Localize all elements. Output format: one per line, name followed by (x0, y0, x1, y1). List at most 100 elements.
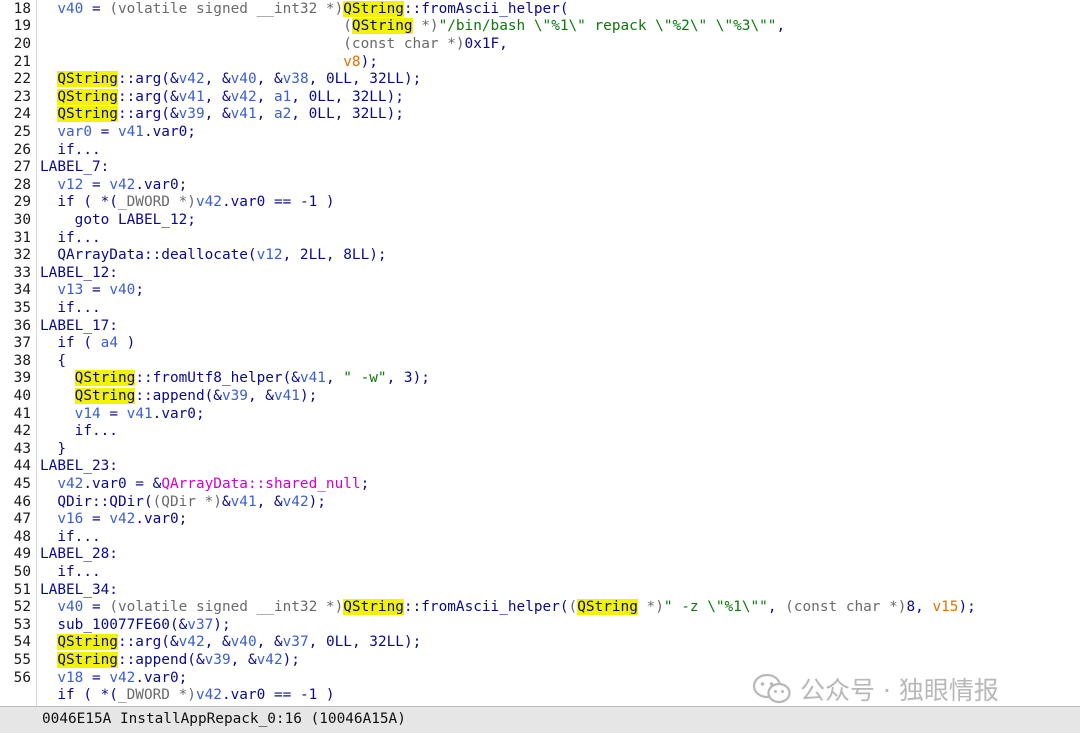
code-line[interactable]: 29 if ( *(_DWORD *)v42.var0 == -1 ) (0, 194, 1080, 212)
code-line[interactable]: 27 LABEL_7: (0, 159, 1080, 177)
code-token: v13 (57, 282, 84, 299)
code-token: ) (117, 335, 136, 352)
pseudocode-view[interactable]: 18 v40 = (volatile signed __int32 *)QStr… (0, 0, 1080, 706)
code-line[interactable]: 34 v13 = v40; (0, 282, 1080, 300)
code-token: var0 (57, 124, 92, 140)
code-line[interactable]: 32 QArrayData::deallocate(v12, 2LL, 8LL)… (0, 247, 1080, 265)
code-line[interactable]: 36 LABEL_17: (0, 318, 1080, 336)
code-line[interactable]: 23 QString::arg(&v41, &v42, a1, 0LL, 32L… (0, 88, 1080, 107)
code-token: ::append(& (117, 652, 205, 668)
line-number: 34 (13, 282, 31, 299)
code-line[interactable]: 31 if... (0, 230, 1080, 248)
code-token: if ( *( (40, 194, 118, 211)
code-text: if... (40, 142, 100, 160)
code-line[interactable]: 37 if ( a4 ) (0, 335, 1080, 353)
code-token: .var0 == -1 ) (221, 194, 335, 211)
code-text: QDir::QDir((QDir *)&v41, &v42); (40, 494, 326, 512)
code-line[interactable]: 49 LABEL_28: (0, 546, 1080, 564)
code-line[interactable]: 43 } (0, 441, 1080, 459)
code-token: v40 (230, 71, 257, 88)
code-line[interactable]: 53 sub_10077FE60(&v37); (0, 617, 1080, 635)
code-text: if ( a4 ) (40, 335, 135, 353)
code-line[interactable]: 46 QDir::QDir((QDir *)&v41, &v42); (0, 494, 1080, 512)
code-line[interactable]: 21 v8); (0, 54, 1080, 72)
code-line[interactable]: 44 LABEL_23: (0, 458, 1080, 476)
code-token: { (40, 352, 66, 369)
code-text: (const char *)0x1F, (40, 36, 508, 54)
code-line[interactable]: 28 v12 = v42.var0; (0, 177, 1080, 195)
line-number: 53 (13, 616, 31, 633)
code-text: QString::arg(&v42, &v40, &v37, 0LL, 32LL… (40, 634, 421, 652)
code-line[interactable]: 20 (const char *)0x1F, (0, 36, 1080, 54)
code-text: if... (40, 300, 100, 318)
code-line[interactable]: 51 LABEL_34: (0, 582, 1080, 600)
code-token: & (221, 493, 231, 510)
code-line[interactable]: 50 if... (0, 564, 1080, 582)
code-token: , (256, 106, 274, 123)
code-line[interactable]: 41 v14 = v41.var0; (0, 406, 1080, 424)
code-text: var0 = v41.var0; (40, 124, 196, 142)
code-token: ); (213, 616, 231, 633)
code-token: "/bin/bash \"%1\" repack \"%2\" \"%3\"" (438, 18, 777, 35)
code-text: v8); (40, 54, 378, 72)
line-number: 55 (13, 652, 31, 668)
code-line[interactable]: 33 LABEL_12: (0, 265, 1080, 283)
code-line[interactable]: 48 if... (0, 529, 1080, 547)
code-line[interactable]: 52 v40 = (volatile signed __int32 *)QStr… (0, 599, 1080, 617)
code-line[interactable]: 26 if... (0, 142, 1080, 160)
highlighted-token: QString (343, 599, 404, 616)
code-line[interactable]: 45 v42.var0 = &QArrayData::shared_null; (0, 476, 1080, 494)
code-token: (QDir *) (152, 493, 222, 510)
highlighted-token: QString (74, 388, 136, 404)
code-line[interactable]: 54 QString::arg(&v42, &v40, &v37, 0LL, 3… (0, 634, 1080, 652)
code-token: v42 (109, 669, 136, 686)
code-token: } (40, 440, 66, 457)
code-text: v14 = v41.var0; (40, 406, 205, 424)
code-line[interactable]: 18 v40 = (volatile signed __int32 *)QStr… (0, 0, 1080, 19)
code-line[interactable]: 47 v16 = v42.var0; (0, 511, 1080, 529)
code-token: LABEL_28: (40, 546, 118, 563)
code-token: , & (204, 634, 231, 651)
code-token: a1 (273, 88, 292, 105)
highlighted-token: QString (57, 106, 118, 123)
code-line[interactable]: 40 QString::append(&v39, &v41); (0, 388, 1080, 406)
code-text: QString::arg(&v41, &v42, a1, 0LL, 32LL); (40, 88, 404, 107)
code-line[interactable]: 42 if... (0, 423, 1080, 441)
code-line[interactable]: 39 QString::fromUtf8_helper(&v41, " -w",… (0, 370, 1080, 388)
code-token: ::fromUtf8_helper(& (135, 370, 300, 387)
code-token: sub_10077FE60(& (40, 616, 188, 633)
code-token: ( (568, 599, 578, 616)
code-token: v42 (178, 634, 205, 651)
code-token: QArrayData::shared_null (161, 476, 361, 492)
code-token: .var0; (135, 176, 188, 193)
code-token: " -z \"%1\"" (663, 599, 768, 616)
line-number: 49 (13, 546, 31, 563)
code-token: ; (360, 476, 370, 492)
code-token: goto LABEL_12; (40, 212, 196, 228)
line-number: 19 (13, 18, 31, 35)
code-token: (volatile signed __int32 *) (109, 599, 344, 616)
code-text: if... (40, 529, 100, 547)
code-token: .var0; (135, 511, 188, 528)
code-line[interactable]: 24 QString::arg(&v39, &v41, a2, 0LL, 32L… (0, 106, 1080, 124)
line-number: 48 (13, 528, 31, 545)
code-token: _DWORD *) (117, 194, 196, 211)
code-line[interactable]: 35 if... (0, 300, 1080, 318)
code-token: if ( (40, 335, 101, 352)
code-token: v40 (109, 282, 136, 299)
code-line[interactable]: 22 QString::arg(&v42, &v40, &v38, 0LL, 3… (0, 71, 1080, 89)
code-token: , & (204, 71, 231, 88)
code-token: v40 (57, 0, 84, 17)
code-line[interactable]: 25 var0 = v41.var0; (0, 124, 1080, 142)
code-line[interactable]: 30 goto LABEL_12; (0, 212, 1080, 230)
code-token: ); (958, 599, 976, 616)
code-text: if... (40, 230, 100, 248)
code-text: LABEL_7: (40, 159, 109, 177)
code-token: ::arg(& (117, 634, 179, 651)
code-line[interactable]: 19 (QString *)"/bin/bash \"%1\" repack \… (0, 18, 1080, 36)
highlighted-token: QString (343, 0, 404, 17)
code-line[interactable]: 55 QString::append(&v39, &v42); (0, 652, 1080, 670)
code-line[interactable]: 38 { (0, 353, 1080, 371)
